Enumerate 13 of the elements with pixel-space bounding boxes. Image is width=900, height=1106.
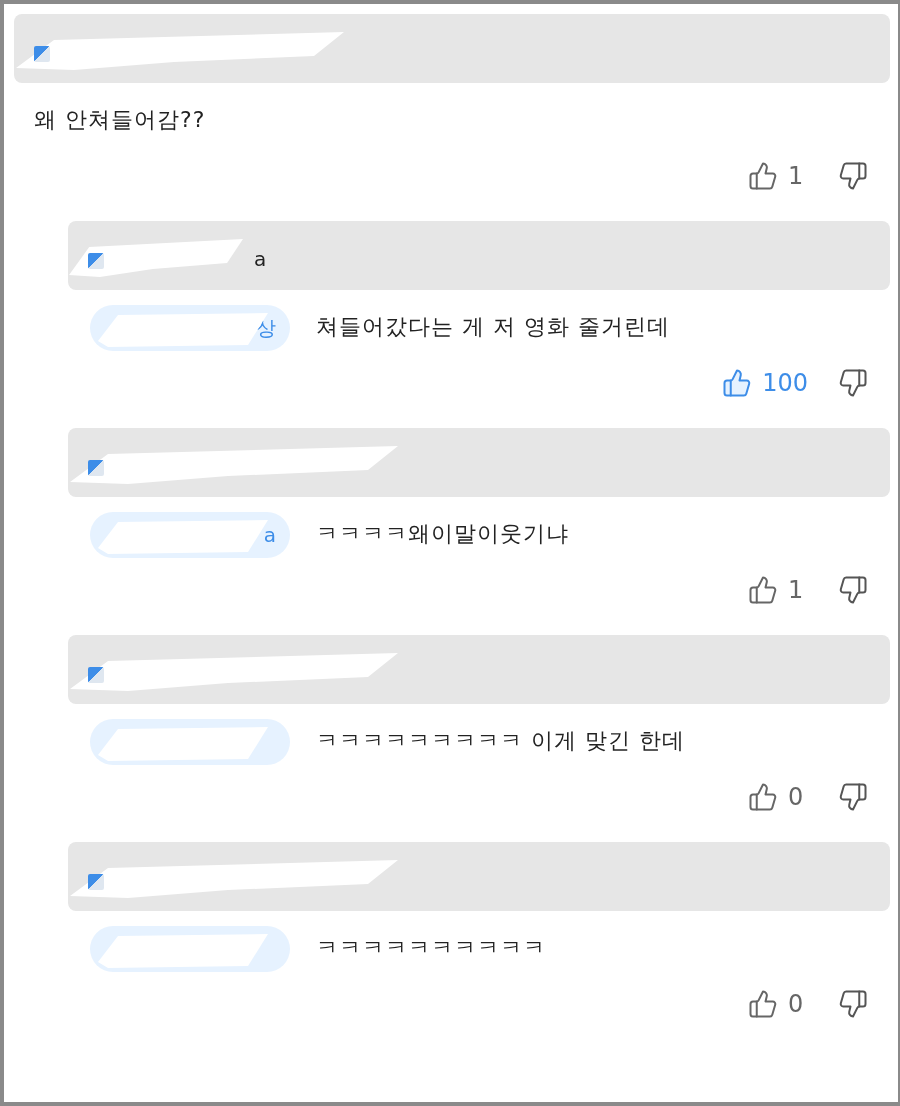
like-button[interactable]: 0	[748, 782, 808, 812]
like-button[interactable]: 1	[748, 161, 808, 191]
reply-text: ㅋㅋㅋㅋㅋㅋㅋㅋㅋㅋ	[316, 935, 546, 960]
mention-tag[interactable]: 상	[90, 305, 290, 351]
like-button[interactable]: 1	[748, 575, 808, 605]
reply-text: 쳐들어갔다는 게 저 영화 줄거린데	[316, 314, 670, 339]
reply-text: ㅋㅋㅋㅋㅋㅋㅋㅋㅋ 이게 맞긴 한데	[316, 728, 685, 753]
reply-text: ㅋㅋㅋㅋ왜이말이웃기냐	[316, 521, 569, 546]
mention-tag[interactable]: a	[90, 512, 290, 558]
author-name: a	[254, 246, 267, 271]
like-button[interactable]: 100	[722, 368, 808, 398]
comment-text: 왜 안쳐들어감??	[34, 107, 206, 132]
like-button[interactable]: 0	[748, 989, 808, 1019]
